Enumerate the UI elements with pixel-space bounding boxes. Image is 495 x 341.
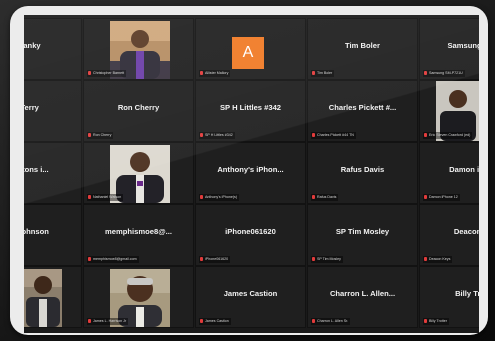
participant-label: Ron Cherry [87, 132, 114, 139]
participant-tile[interactable]: Damon iPho... Damon iPhone 12 [419, 142, 479, 204]
participant-tile[interactable]: iPhone061620 iPhone061620 [195, 204, 306, 266]
participant-label: Christopher Barnett [87, 70, 127, 77]
participant-tile[interactable]: Charron L. Allen... Charron L. Allen Sr. [307, 266, 418, 328]
participant-name: Charles Pickett #... [328, 103, 397, 112]
participant-name: SP Tim Mosley [335, 227, 390, 236]
participant-tile[interactable]: SP H Littles #342 SP H Littles #342 [195, 80, 306, 142]
muted-mic-icon [200, 195, 203, 200]
meeting-gallery-view: ...panky Christopher Barnett A Allister … [24, 15, 479, 333]
participant-label: Deacon Keys [423, 256, 453, 263]
participant-label: Samsung SM-P721U [423, 70, 465, 77]
participant-tile[interactable]: SP Tim Mosley SP Tim Mosley [307, 204, 418, 266]
participant-label: Nathaniel Watson [87, 194, 124, 201]
participant-name: SP H Littles #342 [219, 103, 282, 112]
avatar: A [232, 37, 264, 69]
participant-tile[interactable]: Ron Cherry Ron Cherry [83, 80, 194, 142]
participant-label: Billy Trotter [423, 318, 449, 325]
participant-name: ...Terry [24, 103, 39, 112]
participant-tile[interactable]: A Allister Mallory [195, 18, 306, 80]
participant-tile[interactable]: Deacon K... Deacon Keys [419, 204, 479, 266]
muted-mic-icon [200, 319, 203, 324]
participant-tile[interactable]: ...Terry [24, 80, 82, 142]
participant-tile[interactable]: Rafus Davis Rafus Davis [307, 142, 418, 204]
participant-label: James L. Harrison Jr [87, 318, 129, 325]
participant-label: Tim Boler [311, 70, 335, 77]
participant-label: iPhone061620 [199, 256, 231, 263]
participant-tile[interactable]: ...panky [24, 18, 82, 80]
participant-tile[interactable]: Christopher Barnett [83, 18, 194, 80]
participant-label: Allister Mallory [199, 70, 231, 77]
muted-mic-icon [312, 133, 315, 138]
participant-name: ...vertons i... [24, 165, 49, 174]
muted-mic-icon [424, 195, 427, 200]
participant-name: iPhone061620 [225, 227, 276, 236]
participant-name: Ron Cherry [117, 103, 160, 112]
muted-mic-icon [312, 257, 315, 262]
participant-name: Rafus Davis [340, 165, 385, 174]
muted-mic-icon [88, 133, 91, 138]
participant-tile[interactable]: memphismoe8@... memphismoe8@gmail.com [83, 204, 194, 266]
participant-label: SP Tim Mosley [311, 256, 343, 263]
participant-label: Charles Pickett #44 TN [311, 132, 356, 139]
video-feed [24, 269, 62, 327]
muted-mic-icon [88, 319, 91, 324]
muted-mic-icon [312, 319, 315, 324]
muted-mic-icon [424, 257, 427, 262]
participant-label: Eric Steven Crawford (ed) [423, 132, 473, 139]
participant-tile[interactable]: ...o Johnson [24, 204, 82, 266]
participant-grid: ...panky Christopher Barnett A Allister … [24, 15, 479, 333]
participant-label: Damon iPhone 12 [423, 194, 460, 201]
muted-mic-icon [88, 195, 91, 200]
participant-tile[interactable]: Eric Steven Crawford (ed) [419, 80, 479, 142]
participant-label: SP H Littles #342 [199, 132, 235, 139]
participant-name: Deacon K... [453, 227, 479, 236]
muted-mic-icon [88, 257, 91, 262]
muted-mic-icon [312, 195, 315, 200]
participant-name: Samsung SM... [447, 41, 479, 50]
participant-label: James Castion [199, 318, 231, 325]
muted-mic-icon [424, 319, 427, 324]
participant-label: memphismoe8@gmail.com [87, 256, 139, 263]
participant-label: Anthony's iPhone(s) [199, 194, 240, 201]
muted-mic-icon [312, 71, 315, 76]
muted-mic-icon [200, 257, 203, 262]
muted-mic-icon [88, 71, 91, 76]
participant-tile[interactable]: Tim Boler Tim Boler [307, 18, 418, 80]
muted-mic-icon [424, 133, 427, 138]
participant-label: Rafus Davis [311, 194, 339, 201]
participant-name: Damon iPho... [449, 165, 479, 174]
participant-name: ...o Johnson [24, 227, 49, 236]
participant-label: Charron L. Allen Sr. [311, 318, 351, 325]
participant-name: Charron L. Allen... [329, 289, 396, 298]
participant-tile[interactable]: Nathaniel Watson [83, 142, 194, 204]
participant-name: memphismoe8@... [105, 227, 172, 236]
muted-mic-icon [424, 71, 427, 76]
participant-name: James Castion [223, 289, 278, 298]
participant-name: Billy Trot... [455, 289, 479, 298]
participant-name: ...panky [24, 41, 41, 50]
participant-tile[interactable]: Billy Trot... Billy Trotter [419, 266, 479, 328]
muted-mic-icon [200, 133, 203, 138]
participant-tile[interactable]: Anthony's iPhon... Anthony's iPhone(s) [195, 142, 306, 204]
participant-name: Tim Boler [345, 41, 380, 50]
participant-tile[interactable]: James L. Harrison Jr [83, 266, 194, 328]
muted-mic-icon [200, 71, 203, 76]
participant-tile[interactable] [24, 266, 82, 328]
participant-tile[interactable]: Charles Pickett #... Charles Pickett #44… [307, 80, 418, 142]
participant-tile[interactable]: ...vertons i... [24, 142, 82, 204]
participant-name: Anthony's iPhon... [217, 165, 284, 174]
participant-tile[interactable]: Samsung SM... Samsung SM-P721U [419, 18, 479, 80]
participant-tile[interactable]: James Castion James Castion [195, 266, 306, 328]
